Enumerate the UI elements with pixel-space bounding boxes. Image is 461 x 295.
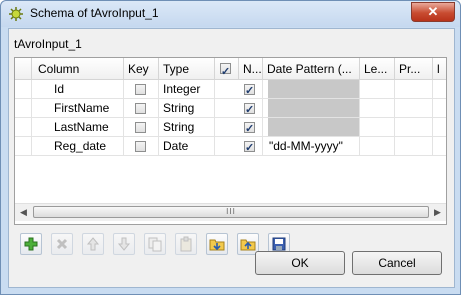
close-button[interactable]: ✕ (411, 2, 455, 22)
cell-length[interactable] (360, 99, 395, 118)
cell-column-name[interactable]: FirstName (32, 99, 124, 118)
cell-more[interactable] (433, 99, 446, 118)
cell-key[interactable] (124, 99, 159, 118)
cell-key[interactable] (124, 80, 159, 99)
cell-type[interactable]: String (159, 99, 215, 118)
scroll-right-arrow-icon[interactable]: ▶ (430, 205, 445, 220)
column-header-column[interactable]: Column (32, 58, 124, 80)
column-header-date-pattern[interactable]: Date Pattern (... (263, 58, 360, 80)
disabled-cell-fill (268, 80, 359, 98)
title-bar: Schema of tAvroInput_1 ✕ (1, 1, 460, 27)
cell-column-name[interactable]: LastName (32, 118, 124, 137)
add-icon (24, 237, 38, 251)
row-header[interactable] (15, 118, 32, 137)
column-header-key[interactable]: Key (124, 58, 159, 80)
cell-nullable[interactable] (215, 118, 263, 137)
cell-precision[interactable] (395, 137, 433, 156)
paste-icon (180, 236, 192, 252)
row-header[interactable] (15, 80, 32, 99)
nullable-checkbox[interactable] (244, 120, 255, 136)
move-down-icon (117, 237, 131, 251)
move-up-icon (86, 237, 100, 251)
row-header[interactable] (15, 99, 32, 118)
disabled-cell-fill (268, 118, 359, 136)
schema-dialog: Schema of tAvroInput_1 ✕ tAvroInput_1 Co… (0, 0, 461, 295)
save-icon (272, 237, 286, 251)
cell-precision[interactable] (395, 99, 433, 118)
cell-precision[interactable] (395, 118, 433, 137)
cell-column-name[interactable]: Reg_date (32, 137, 124, 156)
cell-more[interactable] (433, 118, 446, 137)
horizontal-scrollbar[interactable]: ◀ III ▶ (15, 203, 446, 221)
cell-date-pattern[interactable] (263, 99, 360, 118)
scroll-thumb[interactable]: III (33, 206, 429, 218)
move-down-button[interactable] (113, 233, 135, 255)
column-header-nullable[interactable]: N... (239, 58, 263, 80)
row-header-corner (15, 58, 32, 80)
cell-nullable[interactable] (215, 137, 263, 156)
nullable-checkbox[interactable] (244, 101, 255, 117)
export-icon (240, 239, 256, 251)
cell-more[interactable] (433, 137, 446, 156)
ok-button[interactable]: OK (255, 251, 345, 275)
import-icon (209, 239, 225, 251)
cell-length[interactable] (360, 80, 395, 99)
key-checkbox[interactable] (135, 84, 146, 95)
scroll-left-arrow-icon[interactable]: ◀ (16, 205, 31, 220)
column-header-nullable-check[interactable] (215, 58, 239, 80)
nullable-checkbox[interactable] (244, 139, 255, 155)
cell-nullable[interactable] (215, 99, 263, 118)
remove-icon (56, 238, 68, 250)
copy-button[interactable] (144, 233, 166, 255)
copy-icon (148, 237, 162, 252)
cell-more[interactable] (433, 80, 446, 99)
schema-name-label: tAvroInput_1 (14, 37, 82, 51)
column-header-precision[interactable]: Pr... (395, 58, 433, 80)
cell-date-pattern[interactable] (263, 118, 360, 137)
cell-nullable[interactable] (215, 80, 263, 99)
cell-key[interactable] (124, 118, 159, 137)
cell-length[interactable] (360, 137, 395, 156)
column-header-length[interactable]: Le... (360, 58, 395, 80)
column-header-more[interactable]: l (433, 58, 446, 80)
window-title: Schema of tAvroInput_1 (30, 6, 159, 20)
cancel-button[interactable]: Cancel (352, 251, 442, 275)
cell-date-pattern[interactable]: "dd-MM-yyyy" (263, 137, 360, 156)
cell-length[interactable] (360, 118, 395, 137)
cell-type[interactable]: String (159, 118, 215, 137)
paste-button[interactable] (175, 233, 197, 255)
disabled-cell-fill (268, 99, 359, 117)
cell-column-name[interactable]: Id (32, 80, 124, 99)
header-checkbox[interactable] (220, 61, 231, 79)
cell-date-pattern[interactable] (263, 80, 360, 99)
dialog-body: tAvroInput_1 Column Key Type N... Date P… (8, 28, 455, 288)
import-button[interactable] (206, 233, 228, 255)
remove-button[interactable] (51, 233, 73, 255)
column-header-type[interactable]: Type (159, 58, 215, 80)
cell-type[interactable]: Integer (159, 80, 215, 99)
key-checkbox[interactable] (135, 141, 146, 152)
row-header[interactable] (15, 137, 32, 156)
move-up-button[interactable] (82, 233, 104, 255)
key-checkbox[interactable] (135, 103, 146, 114)
app-icon (8, 6, 24, 22)
nullable-checkbox[interactable] (244, 82, 255, 98)
add-button[interactable] (20, 233, 42, 255)
cell-key[interactable] (124, 137, 159, 156)
schema-table[interactable]: Column Key Type N... Date Pattern (... L… (14, 57, 447, 225)
cell-type[interactable]: Date (159, 137, 215, 156)
key-checkbox[interactable] (135, 122, 146, 133)
cell-precision[interactable] (395, 80, 433, 99)
